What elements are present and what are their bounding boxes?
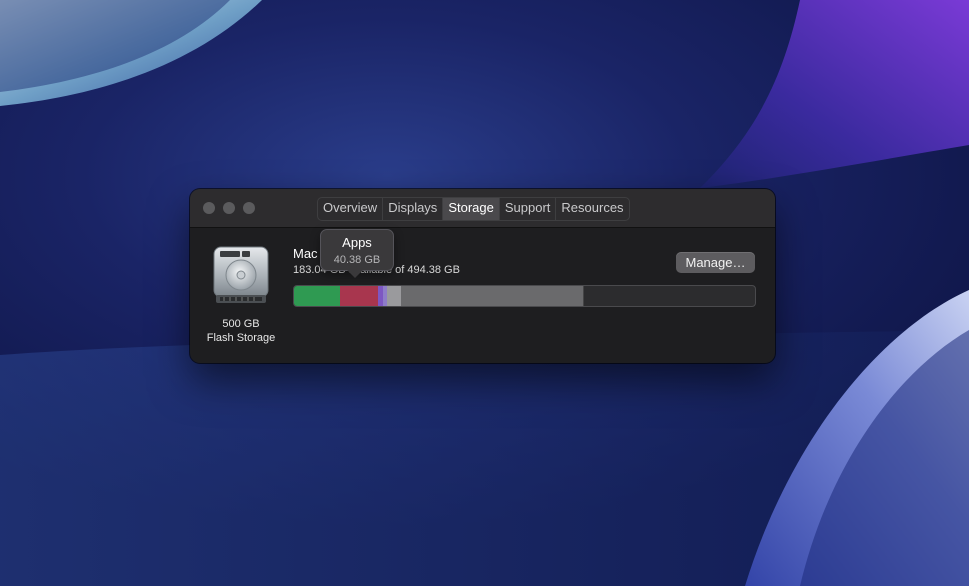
storage-tooltip: Apps 40.38 GB (320, 229, 394, 271)
tab-displays[interactable]: Displays (383, 198, 444, 220)
tab-support[interactable]: Support (500, 198, 557, 220)
storage-segment-green[interactable] (294, 286, 342, 306)
tab-bar: Overview Displays Storage Support Resour… (317, 197, 630, 221)
storage-segment-light-gray[interactable] (387, 286, 402, 306)
disk-type: Flash Storage (206, 332, 276, 344)
tab-overview[interactable]: Overview (318, 198, 384, 220)
storage-segment-apps[interactable] (340, 286, 379, 306)
storage-usage-bar[interactable] (293, 285, 756, 307)
tooltip-title: Apps (342, 235, 372, 250)
tab-resources[interactable]: Resources (556, 198, 628, 220)
tab-storage[interactable]: Storage (443, 198, 500, 220)
tooltip-arrow (347, 270, 363, 278)
disk-label: 500 GB Flash Storage (198, 317, 284, 345)
minimize-button[interactable] (223, 202, 235, 214)
desktop-wallpaper: Overview Displays Storage Support Resour… (0, 0, 969, 586)
title-bar: Overview Displays Storage Support Resour… (190, 189, 775, 228)
volume-name: Mac (293, 246, 318, 261)
disk-capacity: 500 GB (222, 318, 260, 330)
storage-segment-gray[interactable] (400, 286, 585, 306)
hard-drive-icon (212, 245, 270, 310)
close-button[interactable] (203, 202, 215, 214)
manage-button[interactable]: Manage… (676, 252, 755, 273)
about-this-mac-window: Overview Displays Storage Support Resour… (190, 189, 775, 363)
tooltip-size: 40.38 GB (333, 254, 381, 266)
zoom-button[interactable] (243, 202, 255, 214)
